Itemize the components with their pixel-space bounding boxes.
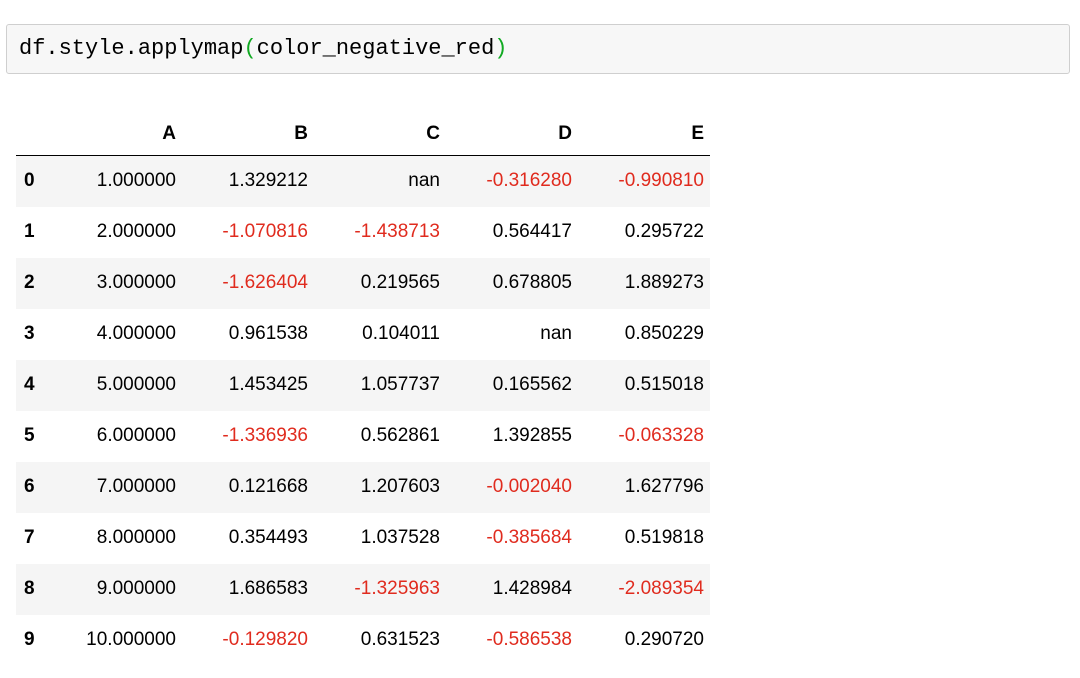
cell-c: 1.207603	[360, 476, 440, 497]
column-header-index	[16, 113, 66, 156]
row-index-label: 8	[24, 578, 35, 599]
cell-e: 0.519818	[624, 527, 704, 548]
cell-e: 0.515018	[624, 374, 704, 395]
cell-e: 1.889273	[624, 272, 704, 293]
code-cell-input[interactable]: df.style.applymap(color_negative_red)	[6, 24, 1070, 74]
cell-a: 7.000000	[96, 476, 176, 497]
cell-d: 1.428984	[492, 578, 572, 599]
cell-b: 1.329212	[228, 170, 308, 192]
table-row: 7 8.000000 0.354493 1.037528 -0.385684 0.5198…	[16, 512, 710, 564]
table-body: 0 1.000000 1.329212 nan -0.316280 -0.990810 1 2…	[16, 155, 710, 666]
cell-b: 0.121668	[228, 476, 308, 497]
cell-d: 0.165562	[492, 374, 572, 395]
cell-b: 0.354493	[228, 527, 308, 548]
cell-e: -2.089354	[618, 578, 704, 599]
row-index-label: 4	[24, 374, 35, 395]
cell-b: 0.961538	[228, 323, 308, 344]
cell-c: 0.631523	[360, 629, 440, 650]
table-header-row: A B C D E	[16, 113, 710, 156]
cell-d: nan	[540, 323, 572, 344]
cell-e: 0.295722	[624, 221, 704, 242]
cell-a: 6.000000	[96, 425, 176, 446]
row-index-label: 0	[24, 170, 35, 192]
table-row: 2 3.000000 -1.626404 0.219565 0.678805 1.8892…	[16, 257, 710, 309]
row-index-label: 9	[24, 629, 35, 650]
column-header-d: D	[446, 113, 578, 156]
cell-a: 5.000000	[96, 374, 176, 395]
table-row: 5 6.000000 -1.336936 0.562861 1.392855 -0.063…	[16, 410, 710, 462]
column-header-e: E	[578, 113, 710, 156]
code-open-paren: (	[243, 36, 257, 61]
cell-b: -1.336936	[222, 425, 308, 446]
cell-a: 2.000000	[96, 221, 176, 242]
cell-c: nan	[408, 170, 440, 192]
cell-a: 4.000000	[96, 323, 176, 344]
table-row: 6 7.000000 0.121668 1.207603 -0.002040 1.6277…	[16, 461, 710, 513]
cell-a: 10.000000	[86, 629, 176, 650]
cell-c: 0.219565	[360, 272, 440, 293]
row-index-label: 7	[24, 527, 35, 548]
dataframe-output-table: A B C D E 0 1.000000 1.329212 nan -0.316280 -…	[16, 113, 710, 666]
cell-e: -0.063328	[618, 425, 704, 446]
table-row: 8 9.000000 1.686583 -1.325963 1.428984 -2.089…	[16, 563, 710, 615]
cell-c: 1.037528	[360, 527, 440, 548]
cell-a: 1.000000	[96, 170, 176, 192]
table-row: 9 10.000000 -0.129820 0.631523 -0.586538 0.29…	[16, 614, 710, 666]
table-row: 4 5.000000 1.453425 1.057737 0.165562 0.51501…	[16, 359, 710, 411]
row-index-label: 6	[24, 476, 35, 497]
cell-a: 8.000000	[96, 527, 176, 548]
cell-d: -0.002040	[486, 476, 572, 497]
cell-c: 1.057737	[360, 374, 440, 395]
cell-c: 0.562861	[360, 425, 440, 446]
column-header-c: C	[314, 113, 446, 156]
cell-b: -1.626404	[222, 272, 308, 293]
cell-d: -0.385684	[486, 527, 572, 548]
row-index-label: 3	[24, 323, 35, 344]
row-index-label: 5	[24, 425, 35, 446]
cell-b: -0.129820	[222, 629, 308, 650]
cell-b: 1.453425	[228, 374, 308, 395]
cell-d: -0.316280	[486, 170, 572, 192]
code-call-text: df.style.applymap	[19, 36, 244, 61]
cell-b: -1.070816	[222, 221, 308, 242]
cell-a: 3.000000	[96, 272, 176, 293]
table-row: 3 4.000000 0.961538 0.104011 nan 0.850229	[16, 308, 710, 360]
column-header-a: A	[66, 113, 182, 156]
column-header-b: B	[182, 113, 314, 156]
cell-e: 0.290720	[624, 629, 704, 650]
cell-e: 0.850229	[624, 323, 704, 344]
row-index-label: 1	[24, 221, 35, 242]
cell-a: 9.000000	[96, 578, 176, 599]
cell-d: -0.586538	[486, 629, 572, 650]
code-close-paren: )	[494, 36, 508, 61]
cell-e: 1.627796	[624, 476, 704, 497]
cell-c: -1.438713	[354, 221, 440, 242]
cell-d: 1.392855	[492, 425, 572, 446]
table-row: 1 2.000000 -1.070816 -1.438713 0.564417 0.295…	[16, 206, 710, 258]
table-row: 0 1.000000 1.329212 nan -0.316280 -0.990810	[16, 155, 710, 207]
cell-c: -1.325963	[354, 578, 440, 599]
code-argument-text: color_negative_red	[256, 36, 495, 61]
cell-d: 0.564417	[492, 221, 572, 242]
cell-c: 0.104011	[362, 323, 440, 344]
cell-e: -0.990810	[618, 170, 704, 192]
row-index-label: 2	[24, 272, 35, 293]
cell-d: 0.678805	[492, 272, 572, 293]
cell-b: 1.686583	[228, 578, 308, 599]
